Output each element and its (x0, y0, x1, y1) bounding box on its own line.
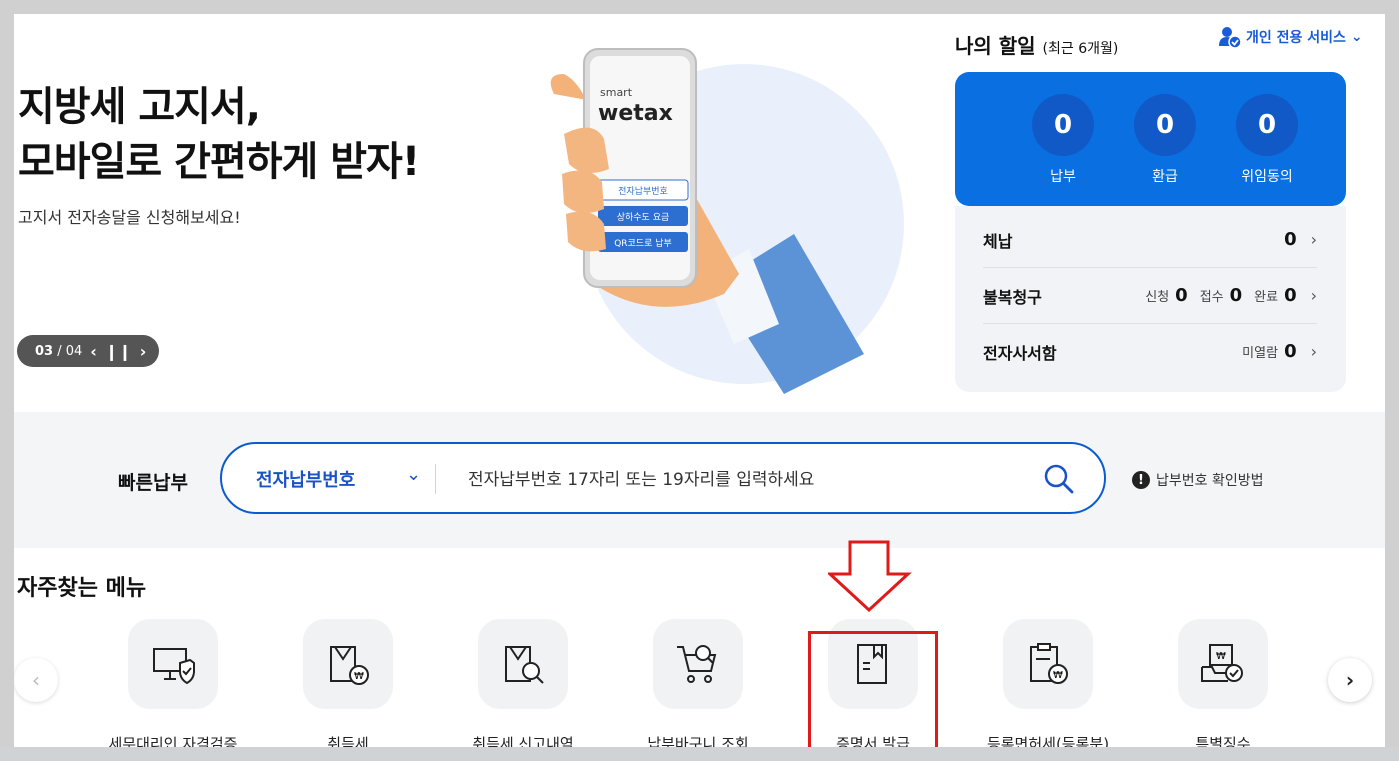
clipboard-won-icon: ₩ (1003, 619, 1093, 709)
bottom-strip (0, 747, 1399, 761)
monitor-shield-icon (128, 619, 218, 709)
menu-item-acquisition-history[interactable]: 취득세 신고내역 (448, 619, 598, 747)
stat-refund-label: 환급 (1152, 169, 1178, 185)
arrow-down-icon (828, 540, 912, 612)
todo-stats-box: 0 납부 0 환급 0 위임동의 (955, 72, 1346, 206)
pause-icon[interactable]: ❙❙ (105, 342, 132, 361)
svg-text:₩: ₩ (354, 671, 364, 682)
menu-prev-button[interactable]: ‹ (14, 658, 58, 702)
payment-number-help[interactable]: ! 납부번호 확인방법 (1132, 470, 1264, 490)
menu-item-basket[interactable]: 납부바구니 조회 (623, 619, 773, 747)
payment-number-input[interactable] (466, 462, 1030, 498)
pager-current: 03 (35, 343, 54, 359)
quick-pay-label: 빠른납부 (118, 472, 188, 494)
todo-title-text: 나의 할일 (955, 34, 1036, 58)
svg-text:₩: ₩ (1216, 651, 1226, 662)
menu-item-registration-tax[interactable]: ₩ 등록면허세(등록분) (973, 619, 1123, 747)
menu-item-acquisition-tax[interactable]: ₩ 취득세 (273, 619, 423, 747)
todo-list: 체납 0 › 불복청구 신청 0 접수 0 완료 0 › 전자사서함 미열람 0… (955, 206, 1346, 392)
pager-total: / 04 (57, 343, 83, 359)
personal-service-menu[interactable]: 개인 전용 서비스 ⌄ (1219, 26, 1363, 48)
stat-consent-value: 0 (1236, 94, 1298, 156)
todo-row-mailbox[interactable]: 전자사서함 미열람 0 › (983, 324, 1317, 379)
payment-type-select[interactable]: 전자납부번호 (256, 466, 355, 492)
hero-subtitle[interactable]: 고지서 전자송달을 신청해보세요! (18, 204, 241, 228)
arrears-label: 체납 (983, 231, 1013, 251)
svg-text:₩: ₩ (1053, 670, 1063, 681)
phone-btn-epay: 전자납부번호 (618, 186, 668, 197)
phone-brand: wetax (598, 101, 673, 126)
appeal-applied-label: 신청 (1145, 290, 1170, 305)
info-icon: ! (1132, 471, 1150, 489)
todo-title: 나의 할일 (최근 6개월) (955, 30, 1118, 59)
quick-pay-section: 빠른납부 전자납부번호 ⌄ ! 납부번호 확인방법 (14, 412, 1385, 548)
phone-btn-qr: QR코드로 납부 (614, 238, 672, 249)
hand-phone-illustration[interactable]: smart wetax 전자납부번호 상하수도 요금 QR코드로 납부 (534, 34, 914, 394)
appeal-applied-value: 0 (1175, 285, 1188, 306)
document-search-icon (478, 619, 568, 709)
chevron-down-icon[interactable]: ⌄ (406, 464, 421, 485)
menu-title: 자주찾는 메뉴 (17, 576, 147, 601)
menu-item-label: 특별징수 (1195, 735, 1251, 747)
todo-row-appeal[interactable]: 불복청구 신청 0 접수 0 완료 0 › (983, 268, 1317, 324)
todo-period: (최근 6개월) (1042, 41, 1119, 57)
mailbox-unread-value: 0 (1284, 341, 1297, 362)
stat-refund-value: 0 (1134, 94, 1196, 156)
todo-row-arrears[interactable]: 체납 0 › (983, 212, 1317, 268)
main-page: 지방세 고지서, 모바일로 간편하게 받자! 고지서 전자송달을 신청해보세요!… (14, 14, 1385, 747)
phone-btn-water: 상하수도 요금 (617, 212, 670, 223)
prev-slide-icon[interactable]: ‹ (90, 342, 97, 361)
stat-refund[interactable]: 0 환급 (1134, 94, 1196, 186)
menu-item-label: 납부바구니 조회 (647, 735, 749, 747)
appeal-received-label: 접수 (1199, 290, 1224, 305)
menu-next-button[interactable]: › (1328, 658, 1372, 702)
banner-pager: 03 / 04 ‹ ❙❙ › (17, 335, 159, 367)
stat-consent-label: 위임동의 (1241, 169, 1293, 185)
cart-search-icon (653, 619, 743, 709)
tray-check-icon: ₩ (1178, 619, 1268, 709)
quick-pay-search: 전자납부번호 ⌄ (220, 442, 1106, 514)
chevron-down-icon: ⌄ (1350, 29, 1363, 45)
pager-indicator: 03 / 04 (35, 344, 82, 359)
appeal-label: 불복청구 (983, 287, 1042, 307)
mailbox-unread-label: 미열람 (1242, 346, 1279, 361)
search-icon[interactable] (1042, 462, 1076, 496)
appeal-done-value: 0 (1284, 285, 1297, 306)
stat-payment-label: 납부 (1050, 169, 1076, 185)
personal-service-label: 개인 전용 서비스 (1246, 30, 1346, 46)
hero-title-line2: 모바일로 간편하게 받자! (18, 139, 420, 185)
payment-number-help-label: 납부번호 확인방법 (1156, 473, 1264, 489)
mailbox-label: 전자사서함 (983, 343, 1057, 363)
menu-item-agent-verify[interactable]: 세무대리인 자격검증 (98, 619, 248, 747)
user-check-icon (1219, 27, 1241, 48)
appeal-done-label: 완료 (1254, 290, 1279, 305)
appeal-received-value: 0 (1229, 285, 1243, 306)
menu-item-label: 등록면허세(등록분) (986, 735, 1110, 747)
menu-item-label: 취득세 신고내역 (472, 735, 574, 747)
menu-item-label: 세무대리인 자격검증 (108, 735, 238, 747)
stat-payment-value: 0 (1032, 94, 1094, 156)
menu-item-special-withholding[interactable]: ₩ 특별징수 (1148, 619, 1298, 747)
certificate-highlight-box (808, 631, 938, 747)
menu-item-label: 취득세 (327, 735, 369, 747)
hero-title[interactable]: 지방세 고지서, 모바일로 간편하게 받자! (18, 80, 420, 190)
hero-title-line1: 지방세 고지서, (18, 84, 261, 130)
stat-payment[interactable]: 0 납부 (1032, 94, 1094, 186)
next-slide-icon[interactable]: › (140, 342, 147, 361)
document-won-icon: ₩ (303, 619, 393, 709)
arrears-value: 0 (1284, 229, 1297, 250)
phone-brand-small: smart (600, 86, 633, 99)
stat-consent[interactable]: 0 위임동의 (1236, 94, 1298, 186)
chevron-right-icon: › (1310, 342, 1317, 361)
chevron-right-icon: › (1310, 230, 1317, 249)
chevron-right-icon: › (1310, 286, 1317, 305)
divider (435, 464, 436, 494)
